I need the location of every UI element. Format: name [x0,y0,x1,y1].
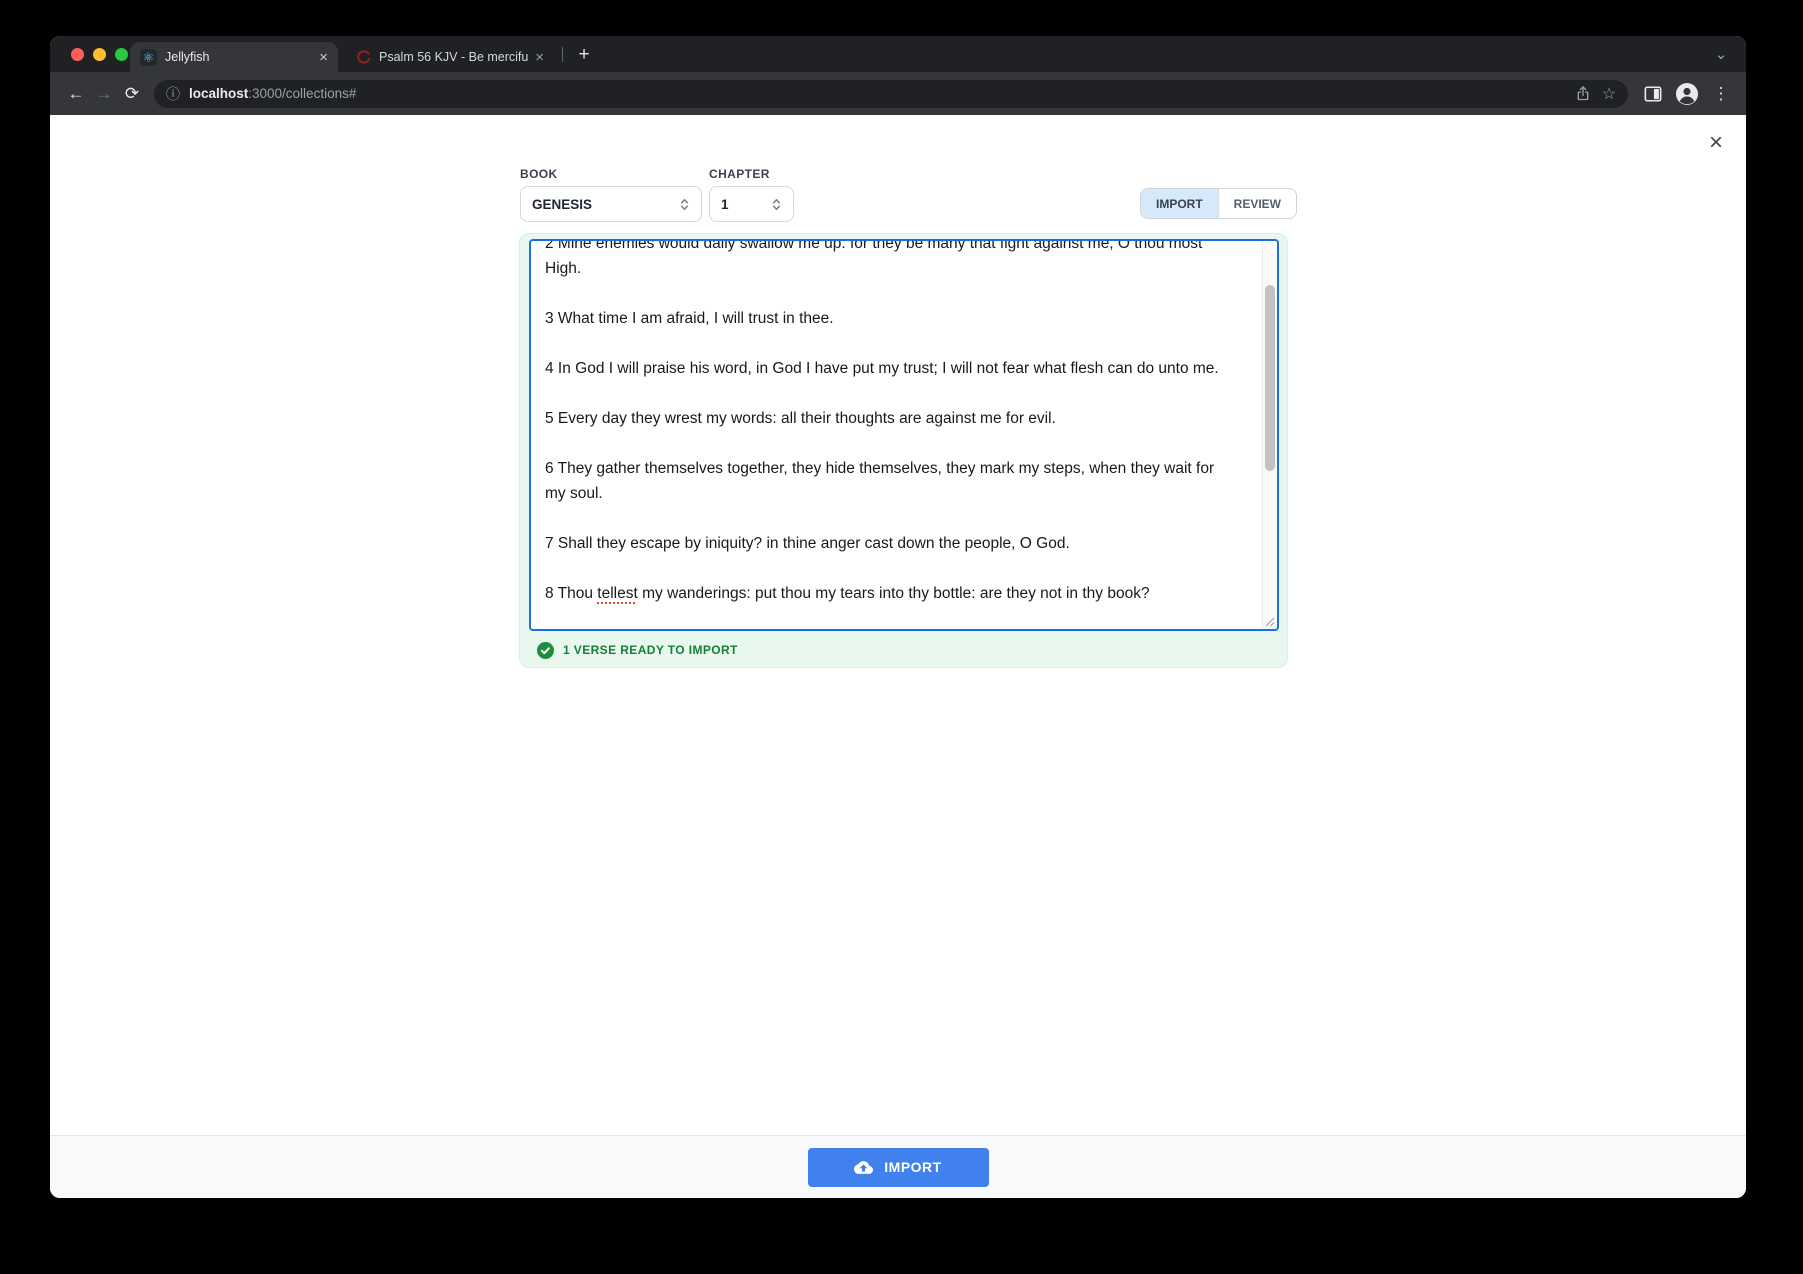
zoom-window-button[interactable] [115,48,128,61]
verses-text: 2 Mine enemies would daily swallow me up… [531,241,1260,627]
verse-line: 3 What time I am afraid, I will trust in… [545,306,1236,331]
new-tab-button[interactable]: + [570,41,598,69]
select-stepper-icon [771,197,782,212]
verse-line: 4 In God I will praise his word, in God … [545,356,1236,381]
close-icon[interactable]: × [1702,129,1730,157]
verse-line: 8 Thou tellest my wanderings: put thou m… [545,581,1236,606]
address-bar[interactable]: ⓘ localhost :3000/collections# ☆ [154,80,1628,108]
browser-menu-icon[interactable]: ⋮ [1708,81,1734,107]
biblegateway-icon [356,50,371,65]
page-content: × BOOK CHAPTER GENESIS 1 IMPORT REVIEW 2… [50,115,1746,1135]
book-label: BOOK [520,167,558,181]
minimize-window-button[interactable] [93,48,106,61]
import-panel: 2 Mine enemies would daily swallow me up… [519,233,1288,668]
url-host: localhost [189,86,248,101]
tab-review[interactable]: REVIEW [1218,189,1296,218]
profile-avatar[interactable] [1674,81,1700,107]
verses-textarea[interactable]: 2 Mine enemies would daily swallow me up… [529,239,1279,631]
tab-title: Psalm 56 KJV - Be merciful unt [379,50,529,64]
share-icon[interactable] [1570,81,1596,107]
tab-import[interactable]: IMPORT [1141,189,1218,218]
status-text: 1 VERSE READY TO IMPORT [563,643,738,657]
cloud-upload-icon [854,1158,873,1177]
forward-icon[interactable]: → [90,80,118,108]
react-atom-icon: ⚛ [140,49,157,66]
tab-close-icon[interactable]: × [535,49,544,66]
url-path: :3000/collections# [248,86,356,101]
tab-title: Jellyfish [165,50,313,64]
verse-line: 6 They gather themselves together, they … [545,456,1236,506]
browser-toolbar: ← → ⟳ ⓘ localhost :3000/collections# ☆ [50,72,1746,115]
tab-psalm[interactable]: Psalm 56 KJV - Be merciful unt × [346,42,554,72]
check-circle-icon [537,642,554,659]
browser-window: ⚛ Jellyfish × Psalm 56 KJV - Be merciful… [50,36,1746,1198]
chapter-select-value: 1 [721,197,729,212]
tab-search-chevron-icon[interactable]: ⌄ [1708,41,1734,67]
back-icon[interactable]: ← [62,80,90,108]
page-footer: IMPORT [50,1135,1746,1198]
misspelled-word: tellest [597,585,638,602]
chapter-select[interactable]: 1 [709,186,794,222]
verse-line: 2 Mine enemies would daily swallow me up… [545,241,1236,281]
traffic-lights [71,48,128,61]
tab-strip: ⚛ Jellyfish × Psalm 56 KJV - Be merciful… [50,36,1746,72]
side-panel-icon[interactable] [1640,81,1666,107]
bookmark-star-icon[interactable]: ☆ [1596,81,1622,107]
import-button-label: IMPORT [884,1159,941,1175]
import-button[interactable]: IMPORT [808,1148,989,1187]
mode-toggle: IMPORT REVIEW [1140,188,1297,219]
resize-handle-icon[interactable] [1263,615,1276,628]
tab-jellyfish[interactable]: ⚛ Jellyfish × [130,42,338,72]
scrollbar-thumb[interactable] [1265,285,1275,471]
tab-close-icon[interactable]: × [319,49,328,66]
chapter-label: CHAPTER [709,167,770,181]
textarea-scrollbar[interactable] [1262,241,1277,629]
book-select-value: GENESIS [532,197,592,212]
verse-line: 7 Shall they escape by iniquity? in thin… [545,531,1236,556]
verse-line: 5 Every day they wrest my words: all the… [545,406,1236,431]
tab-separator [562,47,563,62]
book-select[interactable]: GENESIS [520,186,702,222]
close-window-button[interactable] [71,48,84,61]
site-info-icon[interactable]: ⓘ [166,84,180,104]
select-stepper-icon [679,197,690,212]
import-status: 1 VERSE READY TO IMPORT [537,634,738,666]
reload-icon[interactable]: ⟳ [118,80,146,108]
